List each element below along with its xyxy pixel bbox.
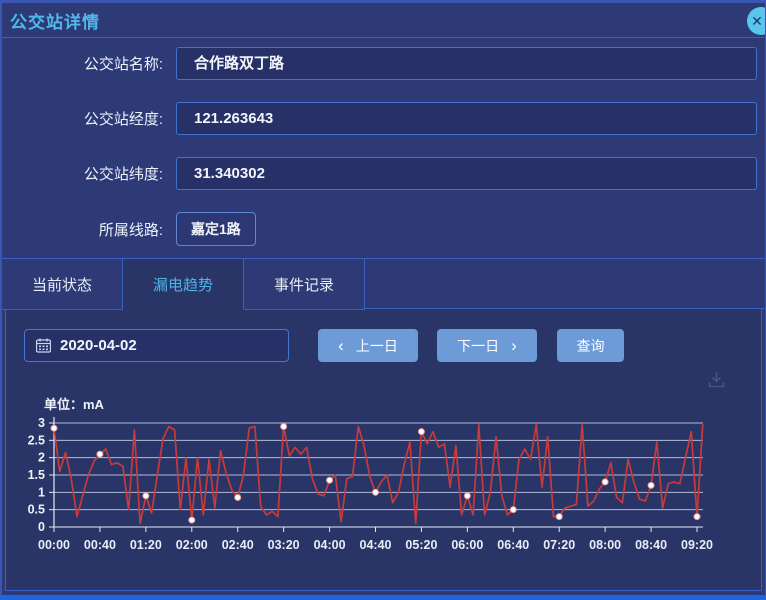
chart-marker: [556, 514, 562, 520]
chart-marker: [602, 479, 608, 485]
latitude-input[interactable]: 31.340302: [176, 157, 757, 190]
chart-marker: [464, 493, 470, 499]
x-tick-label: 09:20: [681, 538, 713, 552]
x-tick-label: 00:40: [84, 538, 116, 552]
x-tick-label: 08:40: [635, 538, 667, 552]
latitude-label: 公交站纬度:: [2, 163, 163, 184]
chart-marker: [418, 429, 424, 435]
tab-bar-filler: [365, 259, 765, 309]
y-tick-label: 2.5: [28, 433, 45, 447]
next-day-label: 下一日: [457, 336, 499, 356]
form-row-name: 公交站名称: 合作路双丁路: [2, 47, 765, 80]
tab-bar: 当前状态 漏电趋势 事件记录: [2, 258, 765, 309]
x-tick-label: 06:40: [497, 538, 529, 552]
x-tick-label: 02:00: [176, 538, 208, 552]
x-tick-label: 05:20: [405, 538, 437, 552]
prev-day-label: 上一日: [356, 336, 398, 356]
x-tick-label: 02:40: [222, 538, 254, 552]
chart-series-line: [54, 425, 703, 524]
panel-header: 公交站详情 ✕: [2, 3, 765, 38]
chart-marker: [373, 489, 379, 495]
chart-unit-label: 单位：mA: [44, 394, 761, 413]
download-icon[interactable]: [706, 369, 727, 391]
x-tick-label: 00:00: [38, 538, 70, 552]
close-button[interactable]: ✕: [747, 7, 766, 35]
tab-event-record[interactable]: 事件记录: [244, 259, 365, 310]
page-title: 公交站详情: [2, 8, 100, 33]
query-button[interactable]: 查询: [557, 329, 624, 362]
bus-station-detail-panel: 公交站详情 ✕ 公交站名称: 合作路双丁路 公交站经度: 121.263643 …: [0, 0, 766, 595]
bottom-accent-bar: [0, 595, 766, 600]
leakage-chart: 单位：mA 00.511.522.5300:0000:4001:2002:000…: [6, 394, 761, 573]
x-tick-label: 01:20: [130, 538, 162, 552]
form-row-latitude: 公交站纬度: 31.340302: [2, 157, 765, 190]
y-tick-label: 1.5: [28, 468, 45, 482]
form-row-longitude: 公交站经度: 121.263643: [2, 102, 765, 135]
y-tick-label: 3: [38, 416, 45, 430]
chart-canvas: 0 0.5 1 1.5 2 2.5 3 00:00 00:40 01:20 02:00 02:40 03…: [14, 413, 756, 568]
chart-marker: [281, 423, 287, 429]
date-value: 2020-04-02: [60, 337, 137, 354]
date-toolbar: 2020-04-02 ‹ 上一日 下一日 › 查询: [6, 309, 761, 362]
leakage-trend-panel: 2020-04-02 ‹ 上一日 下一日 › 查询 单位：: [5, 309, 762, 591]
chart-marker: [694, 514, 700, 520]
chevron-left-icon: ‹: [338, 337, 344, 354]
longitude-label: 公交站经度:: [2, 108, 163, 129]
tab-leakage-trend[interactable]: 漏电趋势: [123, 259, 244, 310]
next-day-button[interactable]: 下一日 ›: [437, 329, 537, 362]
y-tick-label: 0.5: [28, 503, 45, 517]
x-tick-label: 04:40: [360, 538, 392, 552]
bus-line-tag[interactable]: 嘉定1路: [176, 212, 256, 246]
y-tick-label: 2: [38, 451, 45, 465]
chart-marker: [51, 425, 57, 431]
chart-marker: [189, 517, 195, 523]
prev-day-button[interactable]: ‹ 上一日: [318, 329, 418, 362]
calendar-icon: [36, 338, 51, 353]
tab-current-status[interactable]: 当前状态: [2, 259, 123, 310]
station-name-input[interactable]: 合作路双丁路: [176, 47, 757, 80]
x-tick-label: 08:00: [589, 538, 621, 552]
close-icon: ✕: [751, 13, 763, 30]
chart-marker: [648, 482, 654, 488]
y-tick-label: 1: [38, 485, 45, 499]
x-tick-label: 04:00: [314, 538, 346, 552]
chevron-right-icon: ›: [511, 337, 517, 354]
longitude-input[interactable]: 121.263643: [176, 102, 757, 135]
x-tick-label: 03:20: [268, 538, 300, 552]
query-label: 查询: [577, 336, 605, 356]
chart-marker: [327, 477, 333, 483]
form-row-lines: 所属线路: 嘉定1路: [2, 212, 765, 246]
chart-actions: [6, 362, 761, 391]
date-picker-input[interactable]: 2020-04-02: [24, 329, 289, 362]
y-tick-label: 0: [38, 520, 45, 534]
chart-marker: [97, 451, 103, 457]
lines-label: 所属线路:: [2, 219, 163, 240]
station-form: 公交站名称: 合作路双丁路 公交站经度: 121.263643 公交站纬度: 3…: [2, 38, 765, 246]
station-name-label: 公交站名称:: [2, 53, 163, 74]
chart-marker: [143, 493, 149, 499]
x-tick-label: 06:00: [451, 538, 483, 552]
chart-marker: [510, 507, 516, 513]
x-tick-label: 07:20: [543, 538, 575, 552]
chart-marker: [235, 495, 241, 501]
